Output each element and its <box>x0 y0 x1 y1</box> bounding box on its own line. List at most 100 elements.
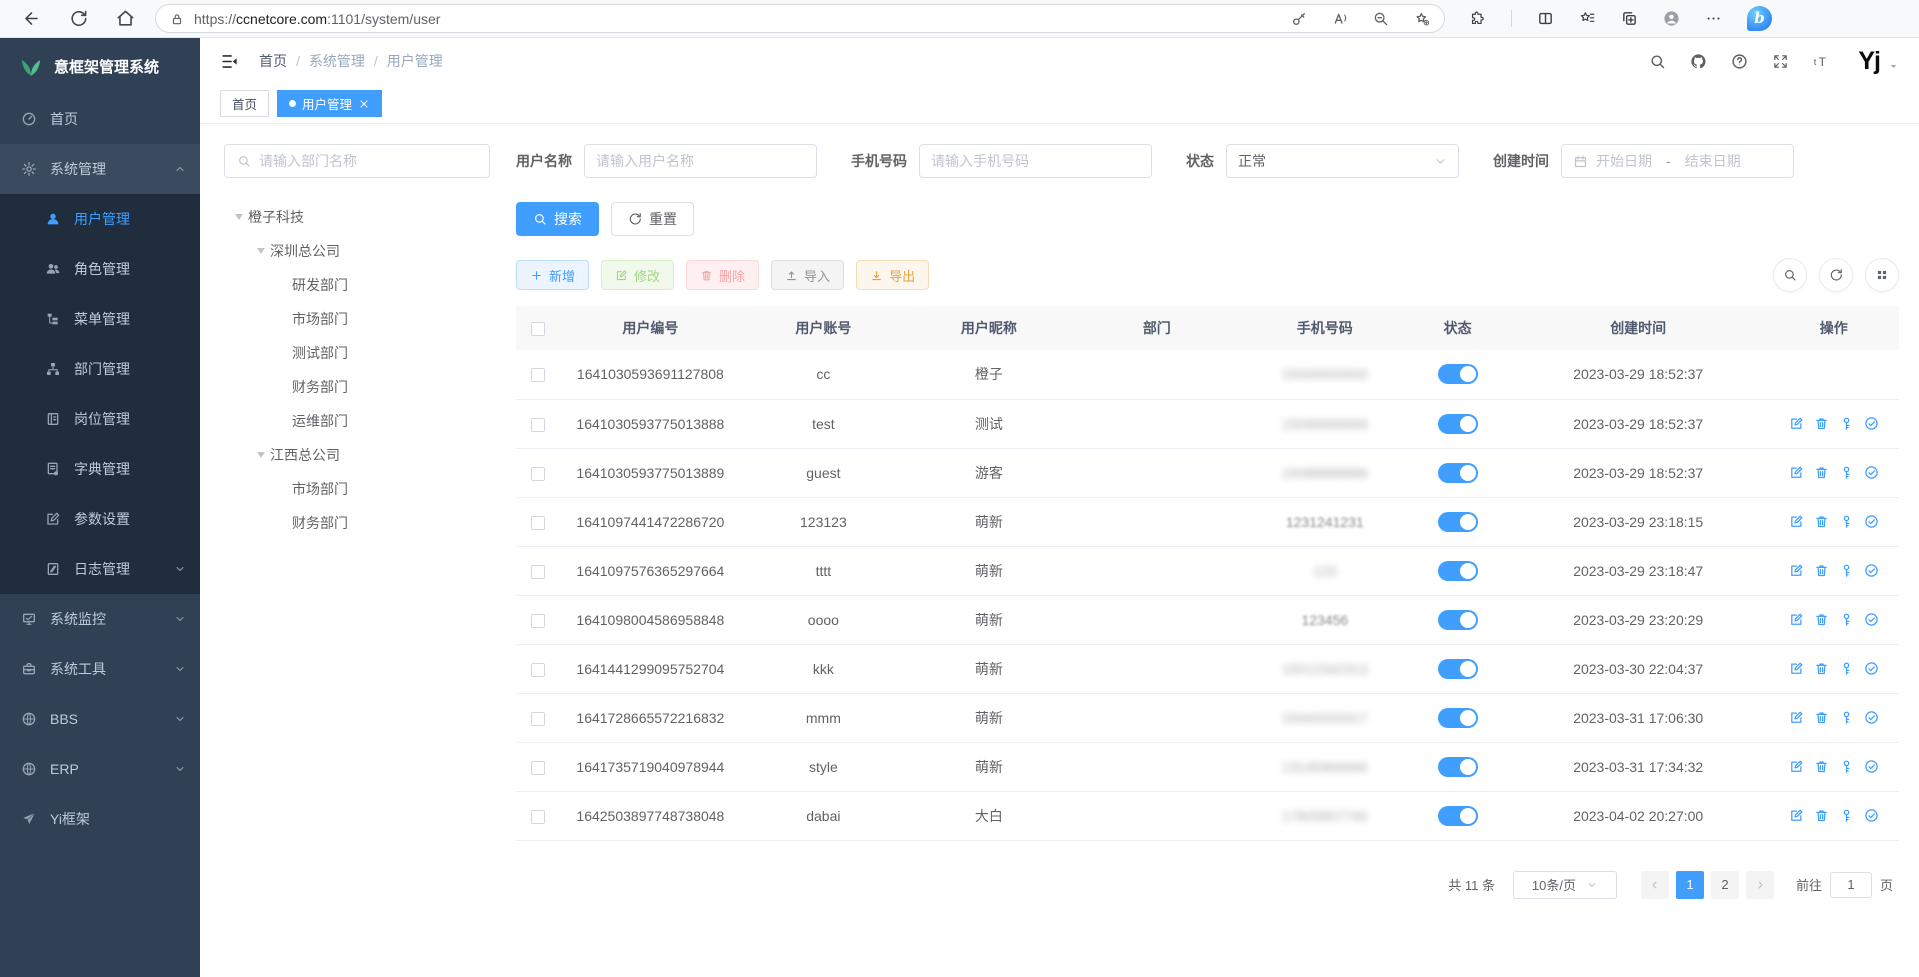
status-toggle[interactable] <box>1438 757 1478 777</box>
authorize-icon[interactable] <box>1864 416 1879 431</box>
reset-button[interactable]: 重置 <box>611 202 694 236</box>
sidebar-item-系统管理[interactable]: 系统管理 <box>0 144 200 194</box>
status-toggle[interactable] <box>1438 561 1478 581</box>
breadcrumb-item[interactable]: 系统管理 <box>309 51 365 71</box>
status-toggle[interactable] <box>1438 512 1478 532</box>
tree-node-江西总公司[interactable]: 江西总公司 <box>224 438 490 472</box>
tree-node-测试部门[interactable]: 测试部门 <box>224 336 490 370</box>
delete-button[interactable]: 删除 <box>686 260 759 290</box>
favorites-icon[interactable] <box>1579 10 1596 27</box>
delete-icon[interactable] <box>1814 808 1829 823</box>
edit-icon[interactable] <box>1789 465 1804 480</box>
import-button[interactable]: 导入 <box>771 260 844 290</box>
row-checkbox[interactable] <box>531 761 545 775</box>
authorize-icon[interactable] <box>1864 710 1879 725</box>
column-settings-icon[interactable] <box>1865 258 1899 292</box>
edit-icon[interactable] <box>1789 514 1804 529</box>
authorize-icon[interactable] <box>1864 612 1879 627</box>
sidebar-item-岗位管理[interactable]: 岗位管理 <box>0 394 200 444</box>
sidebar-item-ERP[interactable]: ERP <box>0 744 200 794</box>
row-checkbox[interactable] <box>531 614 545 628</box>
delete-icon[interactable] <box>1814 612 1829 627</box>
authorize-icon[interactable] <box>1864 465 1879 480</box>
edit-icon[interactable] <box>1789 612 1804 627</box>
delete-icon[interactable] <box>1814 465 1829 480</box>
reset-password-icon[interactable] <box>1839 563 1854 578</box>
reset-password-icon[interactable] <box>1839 514 1854 529</box>
department-search[interactable] <box>224 144 490 178</box>
home-icon[interactable] <box>116 9 135 28</box>
status-toggle[interactable] <box>1438 659 1478 679</box>
reset-password-icon[interactable] <box>1839 759 1854 774</box>
sidebar-item-日志管理[interactable]: 日志管理 <box>0 544 200 594</box>
page-size-select[interactable]: 10条/页 <box>1513 871 1617 899</box>
extensions-icon[interactable] <box>1469 10 1486 27</box>
authorize-icon[interactable] <box>1864 514 1879 529</box>
status-toggle[interactable] <box>1438 414 1478 434</box>
reset-password-icon[interactable] <box>1839 661 1854 676</box>
department-search-input[interactable] <box>259 153 477 169</box>
breadcrumb-item[interactable]: 首页 <box>259 51 287 71</box>
close-icon[interactable] <box>358 98 370 110</box>
tree-node-橙子科技[interactable]: 橙子科技 <box>224 200 490 234</box>
row-checkbox[interactable] <box>531 663 545 677</box>
sidebar-item-用户管理[interactable]: 用户管理 <box>0 194 200 244</box>
help-icon[interactable] <box>1731 53 1748 70</box>
reset-password-icon[interactable] <box>1839 808 1854 823</box>
edit-icon[interactable] <box>1789 808 1804 823</box>
delete-icon[interactable] <box>1814 759 1829 774</box>
zoom-icon[interactable] <box>1373 11 1389 27</box>
search-button[interactable]: 搜索 <box>516 202 599 236</box>
status-toggle[interactable] <box>1438 610 1478 630</box>
tab-首页[interactable]: 首页 <box>220 90 269 117</box>
status-toggle[interactable] <box>1438 806 1478 826</box>
edit-button[interactable]: 修改 <box>601 260 674 290</box>
delete-icon[interactable] <box>1814 416 1829 431</box>
row-checkbox[interactable] <box>531 467 545 481</box>
status-toggle[interactable] <box>1438 364 1478 384</box>
reset-password-icon[interactable] <box>1839 710 1854 725</box>
edit-icon[interactable] <box>1789 661 1804 676</box>
profile-avatar[interactable] <box>1663 10 1680 27</box>
sidebar-item-Yi框架[interactable]: Yi框架 <box>0 794 200 844</box>
reset-password-icon[interactable] <box>1839 612 1854 627</box>
reset-password-icon[interactable] <box>1839 416 1854 431</box>
github-icon[interactable] <box>1690 53 1707 70</box>
tree-node-市场部门[interactable]: 市场部门 <box>224 472 490 506</box>
row-checkbox[interactable] <box>531 368 545 382</box>
tree-caret-icon[interactable] <box>252 452 270 458</box>
username-input[interactable] <box>596 153 805 169</box>
reset-password-icon[interactable] <box>1839 465 1854 480</box>
add-button[interactable]: 新增 <box>516 260 589 290</box>
phone-input[interactable] <box>931 153 1140 169</box>
select-all-checkbox[interactable] <box>531 322 545 336</box>
sidebar-item-参数设置[interactable]: 参数设置 <box>0 494 200 544</box>
read-aloud-icon[interactable] <box>1332 11 1348 27</box>
authorize-icon[interactable] <box>1864 661 1879 676</box>
authorize-icon[interactable] <box>1864 759 1879 774</box>
sidebar-item-部门管理[interactable]: 部门管理 <box>0 344 200 394</box>
search-icon[interactable] <box>1649 53 1666 70</box>
export-button[interactable]: 导出 <box>856 260 929 290</box>
collections-icon[interactable] <box>1621 10 1638 27</box>
tree-node-研发部门[interactable]: 研发部门 <box>224 268 490 302</box>
goto-page-input[interactable] <box>1830 872 1872 898</box>
more-icon[interactable] <box>1705 10 1722 27</box>
table-search-toggle-icon[interactable] <box>1773 258 1807 292</box>
lock-icon[interactable] <box>170 12 184 26</box>
tree-node-运维部门[interactable]: 运维部门 <box>224 404 490 438</box>
status-toggle[interactable] <box>1438 708 1478 728</box>
sidebar-item-菜单管理[interactable]: 菜单管理 <box>0 294 200 344</box>
add-favorite-icon[interactable] <box>1414 11 1430 27</box>
url-text[interactable]: https://ccnetcore.com:1101/system/user <box>194 11 1281 27</box>
row-checkbox[interactable] <box>531 810 545 824</box>
split-screen-icon[interactable] <box>1537 10 1554 27</box>
sidebar-item-系统监控[interactable]: 系统监控 <box>0 594 200 644</box>
sidebar-item-字典管理[interactable]: 字典管理 <box>0 444 200 494</box>
font-size-icon[interactable]: tT <box>1813 53 1830 70</box>
prev-page-button[interactable] <box>1641 871 1669 899</box>
delete-icon[interactable] <box>1814 710 1829 725</box>
edit-icon[interactable] <box>1789 416 1804 431</box>
edit-icon[interactable] <box>1789 710 1804 725</box>
address-bar[interactable]: https://ccnetcore.com:1101/system/user <box>155 4 1445 33</box>
